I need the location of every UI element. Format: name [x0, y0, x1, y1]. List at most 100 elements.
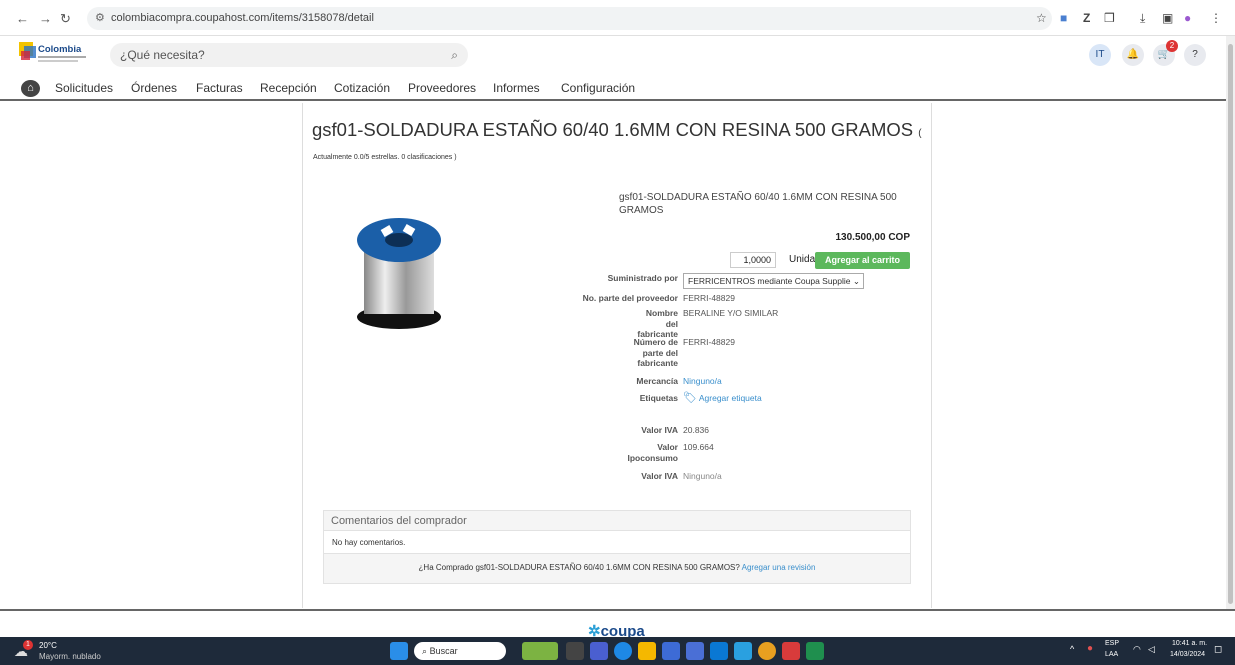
nav-item-cotizacion[interactable]: Cotización	[334, 81, 390, 95]
review-prompt: ¿Ha Comprado gsf01-SOLDADURA ESTAÑO 60/4…	[324, 554, 910, 583]
nav-item-facturas[interactable]: Facturas	[196, 81, 243, 95]
clock-date: 14/03/2024	[1170, 651, 1206, 658]
comments-heading: Comentarios del comprador	[324, 511, 910, 531]
user-avatar[interactable]: IT	[1089, 44, 1111, 66]
brave-icon[interactable]	[782, 642, 800, 660]
nav-item-recepcion[interactable]: Recepción	[260, 81, 317, 95]
cart-count-badge: 2	[1166, 40, 1178, 52]
page-title: gsf01-SOLDADURA ESTAÑO 60/40 1.6MM CON R…	[312, 119, 922, 141]
lang-layout: LAA	[1105, 651, 1119, 658]
back-icon[interactable]: ←	[16, 11, 29, 26]
weather-temp: 20°C	[39, 641, 57, 650]
taskbar: ☁ 1 20°C Mayorm. nublado ⌕ Buscar ^ ● ES…	[0, 637, 1235, 665]
mfr-part-label: Número de parte del fabricante	[633, 337, 678, 368]
forward-icon[interactable]: →	[39, 11, 52, 26]
quantity-input[interactable]: 1,0000	[730, 252, 776, 268]
add-to-cart-button[interactable]: Agregar al carrito	[815, 252, 910, 269]
add-tag-text: Agregar etiqueta	[698, 393, 762, 403]
tray-app-icon[interactable]: ●	[1087, 643, 1093, 654]
commodity-value[interactable]: Ninguno/a	[683, 376, 722, 387]
home-icon[interactable]: ⌂	[21, 80, 40, 97]
nav-item-informes[interactable]: Informes	[493, 81, 540, 95]
ipoconsumo-label: Valor Ipoconsumo	[627, 442, 678, 463]
mail-icon[interactable]	[710, 642, 728, 660]
supplier-select[interactable]: FERRICENTROS mediante Coupa Supplier ⌄	[683, 273, 864, 289]
manufacturer-value: BERALINE Y/O SIMILAR	[683, 308, 779, 318]
add-tag-link[interactable]: 🏷 Agregar etiqueta	[683, 393, 762, 404]
product-price: 130.500,00 COP	[835, 232, 911, 243]
nav-item-ordenes[interactable]: Órdenes	[131, 81, 177, 95]
file-explorer-icon[interactable]	[638, 642, 656, 660]
iva-label: Valor IVA	[641, 425, 678, 435]
address-bar[interactable]: ⚙ colombiacompra.coupahost.com/items/315…	[87, 7, 1052, 30]
main-nav: ⌂ Solicitudes Órdenes Facturas Recepción…	[0, 76, 1235, 101]
windows-start-icon[interactable]	[390, 642, 408, 660]
nav-item-proveedores[interactable]: Proveedores	[408, 81, 476, 95]
iva-value: 20.836	[683, 425, 709, 435]
iva2-label: Valor IVA	[641, 471, 678, 481]
clock-time[interactable]: 10:41 a. m.	[1172, 640, 1207, 647]
iva2-value: Ninguno/a	[683, 471, 722, 481]
title-suffix: (	[918, 128, 922, 139]
nav-item-solicitudes[interactable]: Solicitudes	[55, 81, 113, 95]
zotero-extension-icon[interactable]: Z	[1083, 11, 1090, 25]
taskbar-search-text: Buscar	[429, 646, 458, 656]
commodity-label: Mercancía	[636, 376, 678, 386]
nav-item-configuracion[interactable]: Configuración	[561, 81, 635, 95]
weather-badge: 1	[23, 640, 33, 650]
download-icon[interactable]: ⤓	[1140, 11, 1145, 26]
product-name: gsf01-SOLDADURA ESTAÑO 60/40 1.6MM CON R…	[619, 192, 897, 216]
site-info-icon[interactable]: ⚙	[95, 7, 105, 30]
widgets-icon[interactable]	[522, 642, 558, 660]
logo-text: Colombia	[38, 44, 82, 55]
product-title: gsf01-SOLDADURA ESTAÑO 60/40 1.6MM CON R…	[312, 119, 914, 140]
volume-icon[interactable]: ◁	[1148, 644, 1155, 655]
excel-icon[interactable]	[806, 642, 824, 660]
url-text: colombiacompra.coupahost.com/items/31580…	[111, 12, 374, 24]
tag-add-icon: 🏷	[683, 392, 697, 404]
chrome-icon[interactable]	[758, 642, 776, 660]
browser-toolbar: ← → ↻ ⚙ colombiacompra.coupahost.com/ite…	[0, 0, 1235, 36]
notifications-bell-icon[interactable]: 🔔	[1122, 44, 1144, 66]
app2-icon[interactable]	[734, 642, 752, 660]
search-input[interactable]: ¿Qué necesita? ⌕	[110, 43, 468, 67]
manufacturer-label: Nombre del fabricante	[637, 308, 678, 339]
extensions-puzzle-icon[interactable]: ❒	[1104, 11, 1115, 25]
lang-code[interactable]: ESP	[1105, 640, 1119, 647]
teams-icon[interactable]	[590, 642, 608, 660]
buyer-comments: Comentarios del comprador No hay comenta…	[323, 510, 911, 584]
side-panel-icon[interactable]: ▣	[1162, 11, 1173, 25]
review-question: ¿Ha Comprado gsf01-SOLDADURA ESTAÑO 60/4…	[418, 563, 740, 572]
scrollbar-thumb[interactable]	[1228, 44, 1233, 604]
supplier-label: Suministrado por	[607, 273, 678, 283]
ipoconsumo-value: 109.664	[683, 442, 714, 452]
mfr-part-value: FERRI-48829	[683, 337, 735, 347]
weather-desc: Mayorm. nublado	[39, 652, 101, 661]
extension-icon[interactable]: ■	[1060, 11, 1067, 25]
taskbar-search[interactable]: ⌕ Buscar	[414, 642, 506, 660]
rating-text: Actualmente 0.0/5 estrellas. 0 clasifica…	[313, 154, 457, 161]
search-icon: ⌕	[422, 646, 428, 656]
product-image	[357, 218, 441, 329]
comments-empty: No hay comentarios.	[324, 531, 910, 554]
search-placeholder: ¿Qué necesita?	[120, 48, 205, 62]
part-value: FERRI-48829	[683, 293, 735, 303]
search-icon[interactable]: ⌕	[451, 43, 458, 67]
add-review-link[interactable]: Agregar una revisión	[742, 563, 816, 572]
edge-icon[interactable]	[614, 642, 632, 660]
part-label: No. parte del proveedor	[582, 293, 678, 303]
tags-label: Etiquetas	[639, 393, 678, 403]
chevron-down-icon: ⌄	[850, 274, 860, 288]
task-view-icon[interactable]	[566, 642, 584, 660]
colombia-compra-logo[interactable]: Colombia	[18, 40, 88, 68]
tray-chevron-icon[interactable]: ^	[1070, 644, 1074, 654]
help-button[interactable]: ?	[1184, 44, 1206, 66]
wifi-icon[interactable]: ◠	[1133, 644, 1141, 655]
store-icon[interactable]	[662, 642, 680, 660]
bookmark-star-icon[interactable]: ☆	[1036, 11, 1047, 25]
profile-icon[interactable]: ●	[1184, 11, 1191, 25]
menu-icon[interactable]: ⋮	[1210, 11, 1222, 25]
app-icon[interactable]	[686, 642, 704, 660]
notifications-icon[interactable]: ◻	[1214, 644, 1222, 655]
reload-icon[interactable]: ↻	[60, 11, 71, 27]
